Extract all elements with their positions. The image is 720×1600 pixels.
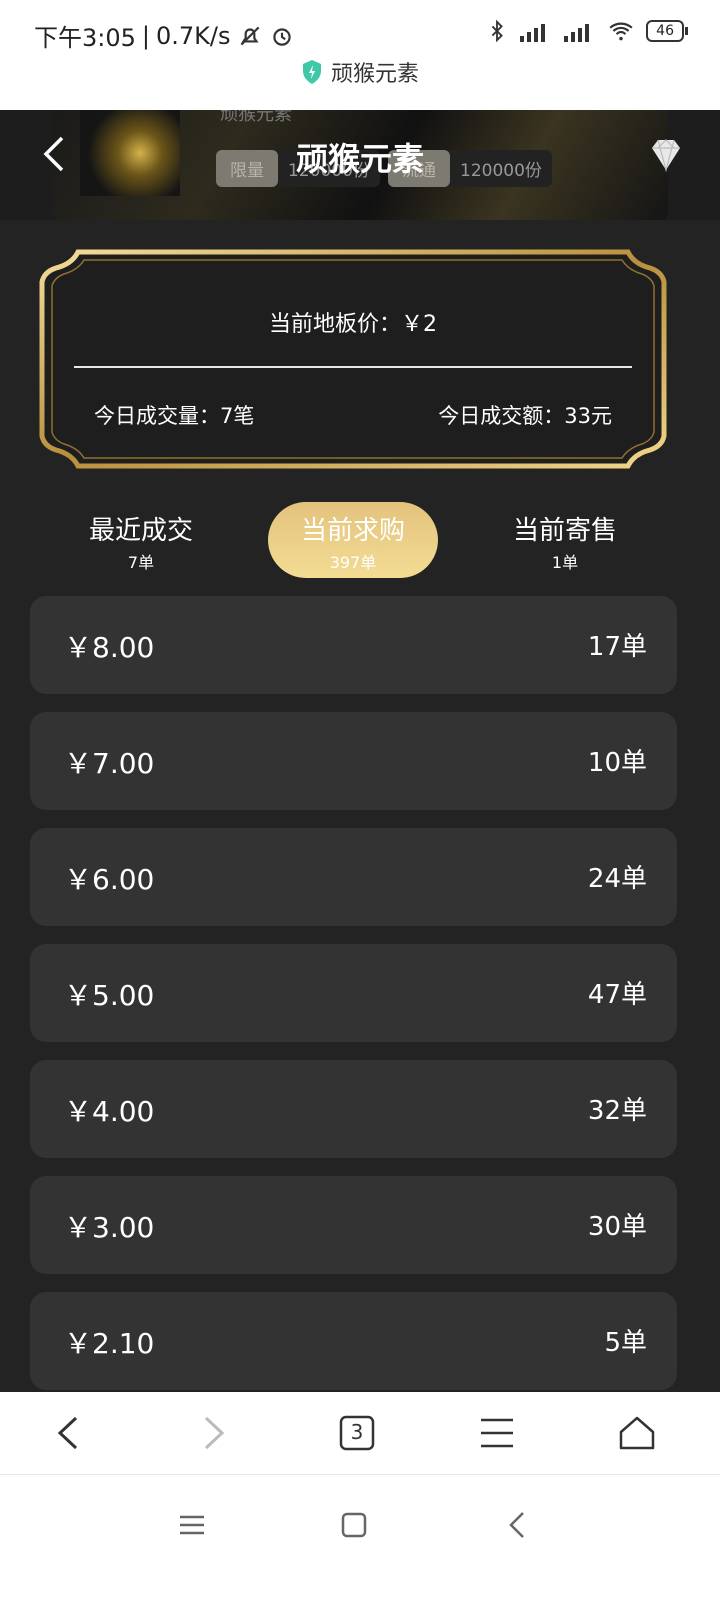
bid-count: 32单 <box>587 1096 647 1126</box>
page-header: 顽猴元素 限量 120000份 流通 120000份 顽猴元素 <box>0 110 720 220</box>
banner-title: 顽猴元素 <box>220 110 292 125</box>
clock: 下午3:05 <box>34 24 136 52</box>
price-summary-card: 当前地板价：￥2 今日成交量：7笔 今日成交额：33元 <box>38 248 668 470</box>
today-amount: 今日成交额：33元 <box>438 404 612 428</box>
menu-icon[interactable] <box>474 1410 520 1456</box>
browser-toolbar: 3 <box>0 1392 720 1475</box>
bid-price: ￥2.10 <box>64 1327 155 1360</box>
card-divider <box>74 366 632 368</box>
signal-hd-2-icon <box>564 24 590 42</box>
wifi-icon <box>609 22 633 41</box>
home-icon[interactable] <box>614 1410 660 1456</box>
bid-price: ￥6.00 <box>64 863 155 896</box>
tab-current-bids[interactable]: 当前求购 397单 <box>268 502 438 578</box>
bid-count: 30单 <box>587 1212 647 1242</box>
app-name: 顽猴元素 <box>330 62 419 87</box>
battery-indicator: 46 <box>646 20 688 42</box>
tabs-button[interactable]: 3 <box>334 1410 380 1456</box>
system-nav-bar <box>0 1475 720 1600</box>
tab-current-listings[interactable]: 当前寄售 1单 <box>480 502 650 578</box>
list-item[interactable]: ￥7.00 10单 <box>30 712 677 810</box>
bid-price: ￥4.00 <box>64 1095 155 1128</box>
signal-hd-1-icon <box>520 24 546 42</box>
tab-label: 最近成交 <box>88 516 193 546</box>
recent-apps-icon[interactable] <box>172 1505 212 1545</box>
status-right: 46 <box>486 18 688 44</box>
list-item[interactable]: ￥5.00 47单 <box>30 944 677 1042</box>
bid-count: 24单 <box>587 864 647 894</box>
tab-label: 当前寄售 <box>512 516 617 546</box>
bid-list: ￥8.00 17单 ￥7.00 10单 ￥6.00 24单 ￥5.00 47单 … <box>30 596 677 1408</box>
alarm-icon <box>272 27 291 46</box>
status-left: 下午3:05 | 0.7K/s <box>34 18 295 53</box>
bell-muted-icon <box>240 26 259 45</box>
market-tabs: 最近成交 7单 当前求购 397单 当前寄售 1单 <box>0 502 720 578</box>
bid-count: 17单 <box>587 632 647 662</box>
tab-count: 3 <box>350 1420 364 1444</box>
system-back-icon[interactable] <box>498 1505 538 1545</box>
home-square-icon[interactable] <box>334 1505 374 1545</box>
bid-price: ￥7.00 <box>64 747 155 780</box>
diamond-icon[interactable] <box>644 134 688 178</box>
status-bar: 下午3:05 | 0.7K/s 46 顽猴元素 <box>0 0 720 110</box>
list-item[interactable]: ￥2.10 5单 <box>30 1292 677 1390</box>
bluetooth-icon <box>491 19 504 43</box>
bid-price: ￥3.00 <box>64 1211 155 1244</box>
tab-recent-deals[interactable]: 最近成交 7单 <box>56 502 226 578</box>
tab-count: 397单 <box>329 553 377 572</box>
bid-price: ￥5.00 <box>64 979 155 1012</box>
list-item[interactable]: ￥8.00 17单 <box>30 596 677 694</box>
bid-count: 5单 <box>604 1328 647 1358</box>
bid-count: 47单 <box>587 980 647 1010</box>
app-badge: 顽猴元素 <box>0 56 720 88</box>
floor-price: 当前地板价：￥2 <box>269 312 437 337</box>
today-volume: 今日成交量：7笔 <box>94 404 255 428</box>
browser-back-icon[interactable] <box>46 1410 92 1456</box>
browser-forward-icon[interactable] <box>190 1410 236 1456</box>
card-frame <box>39 249 667 469</box>
list-item[interactable]: ￥6.00 24单 <box>30 828 677 926</box>
bid-price: ￥8.00 <box>64 631 155 664</box>
list-item[interactable]: ￥4.00 32单 <box>30 1060 677 1158</box>
tab-count: 7单 <box>127 553 155 572</box>
page-title: 顽猴元素 <box>295 140 424 178</box>
bid-count: 10单 <box>587 748 647 778</box>
tab-count: 1单 <box>551 553 579 572</box>
list-item[interactable]: ￥3.00 30单 <box>30 1176 677 1274</box>
tab-label: 当前求购 <box>300 516 405 546</box>
shield-icon <box>302 60 321 84</box>
network-speed: 0.7K/s <box>156 21 231 50</box>
